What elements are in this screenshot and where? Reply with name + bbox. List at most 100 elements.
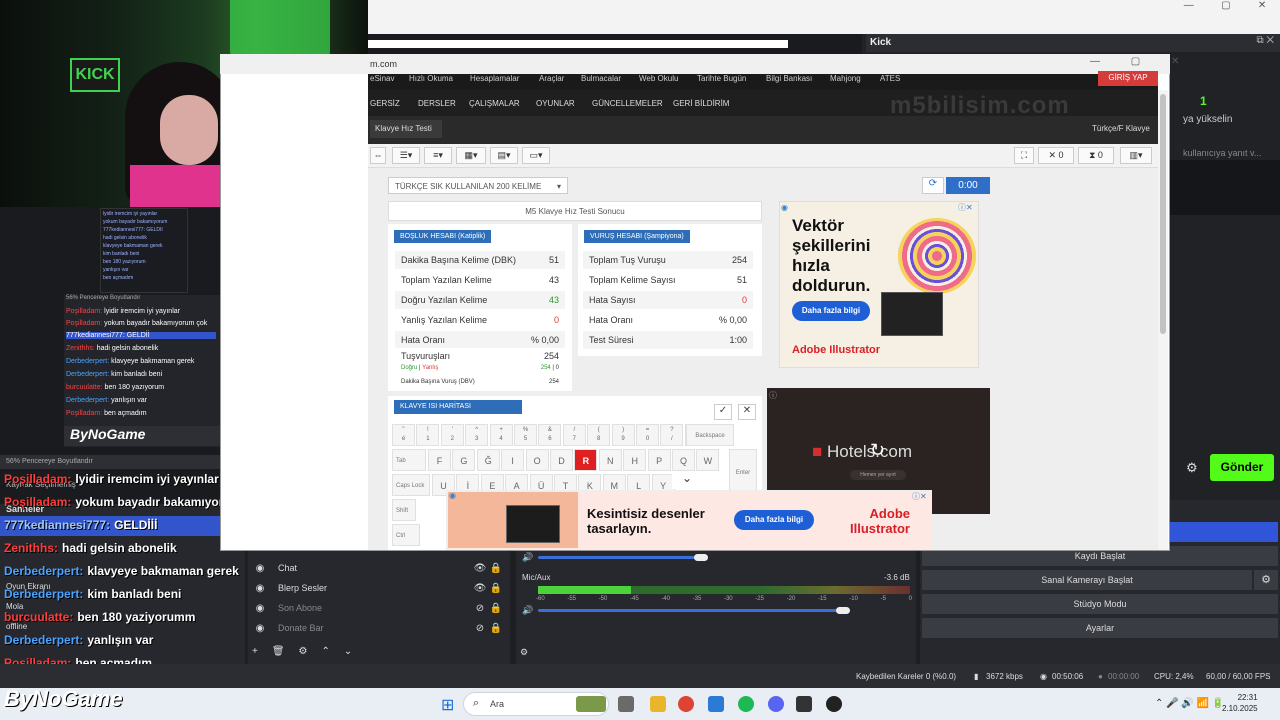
lock-icon[interactable]: 🔒 [488, 563, 504, 574]
mic-volume-slider[interactable] [538, 609, 850, 612]
backspace-key[interactable]: Backspace [686, 424, 734, 446]
menu-item[interactable]: Hesaplamalar [470, 74, 519, 84]
wordset-select[interactable]: TÜRKÇE SIK KULLANILAN 200 KELİME ▾ [388, 177, 568, 194]
key[interactable]: ? / [660, 424, 684, 446]
key[interactable]: Q [672, 449, 695, 471]
gear-icon[interactable]: ⚙ [1254, 570, 1278, 590]
ad-info-icon[interactable]: ⓘ✕ [958, 202, 973, 213]
task-view-icon[interactable] [618, 696, 634, 712]
chevron-down-icon[interactable]: ⌄ [344, 646, 352, 662]
lock-icon[interactable]: 🔒 [488, 623, 504, 634]
mic-volume-knob[interactable] [836, 607, 850, 614]
menu-item[interactable]: Mahjong [830, 74, 861, 84]
gear-icon[interactable]: ⚙ [1186, 460, 1198, 476]
ad-learn-more-button[interactable]: Daha fazla bilgi [792, 301, 870, 321]
ad-sub-button[interactable]: Hemen yer ayırt [850, 470, 906, 480]
close-icon[interactable]: ✕ [738, 404, 756, 420]
key[interactable]: G [452, 449, 476, 471]
caps-lock-key[interactable]: Caps Lock [392, 474, 430, 496]
eye-hidden-icon[interactable]: ⊘ [472, 603, 488, 614]
obs-icon[interactable] [826, 696, 842, 712]
browser-window-controls[interactable]: — ▢ ✕ [1090, 56, 1193, 67]
key[interactable]: O [525, 449, 549, 471]
nav-item[interactable]: ÇALIŞMALAR [469, 99, 520, 108]
add-icon[interactable]: + [252, 646, 258, 662]
key[interactable]: R [574, 449, 598, 471]
menu-dropdown-icon[interactable]: ☰▾ [392, 147, 420, 164]
settings-button[interactable]: Ayarlar [922, 618, 1278, 638]
discord-icon[interactable] [768, 696, 784, 712]
speaker-icon[interactable]: 🔊 [522, 552, 533, 563]
check-icon[interactable]: ✓ [714, 404, 732, 420]
send-button[interactable]: Gönder [1210, 454, 1274, 481]
menu-item[interactable]: Bulmacalar [581, 74, 621, 84]
align-dropdown-icon[interactable]: ≡▾ [424, 147, 452, 164]
display-dropdown-icon[interactable]: ▭▾ [522, 147, 550, 164]
file-explorer-icon[interactable] [650, 696, 666, 712]
grid-dropdown-icon[interactable]: ▦▾ [456, 147, 486, 164]
key[interactable]: /7 [562, 424, 586, 446]
key[interactable]: I [501, 449, 525, 471]
ad-choices-icon[interactable]: ◉ [781, 203, 788, 212]
source-row[interactable]: ◉ Chat 👁 🔒 [252, 558, 504, 578]
key[interactable]: Ğ [476, 449, 500, 471]
nav-item[interactable]: GERİ BİLDİRİM [673, 99, 729, 108]
studio-mode-button[interactable]: Stüdyo Modu [922, 594, 1278, 614]
source-row[interactable]: ◉ Blerp Sesler 👁 🔒 [252, 578, 504, 598]
close-icon[interactable]: ✕ [1258, 0, 1266, 14]
chart-dropdown-icon[interactable]: ▥▾ [1120, 147, 1152, 164]
key[interactable]: P [647, 449, 671, 471]
mixer-settings-icon[interactable]: ⚙ [520, 647, 528, 657]
key[interactable]: D [550, 449, 573, 471]
chrome-icon[interactable] [678, 696, 694, 712]
menu-item[interactable]: ATES [880, 74, 900, 84]
key[interactable]: % 5 [514, 424, 537, 446]
speaker-icon[interactable]: 🔊 [522, 605, 533, 616]
key[interactable]: ! 1 [416, 424, 440, 446]
chevron-up-icon[interactable]: ⌃ [322, 646, 330, 662]
source-row[interactable]: ◉ Donate Bar ⊘ 🔒 [252, 618, 504, 638]
chevron-down-icon[interactable]: ⌄ [672, 471, 702, 489]
nav-item[interactable]: GERSİZ [370, 99, 400, 108]
list-dropdown-icon[interactable]: ▤▾ [490, 147, 518, 164]
shift-key[interactable]: Shift [392, 499, 416, 521]
app-icon[interactable] [796, 696, 812, 712]
eye-icon[interactable]: 👁 [472, 583, 488, 594]
ad-learn-more-button[interactable]: Daha fazla bilgi [734, 510, 814, 530]
desktop-volume-slider[interactable] [538, 556, 708, 559]
restart-icon[interactable]: ⟳ [922, 177, 944, 194]
menu-item[interactable]: Bilgi Bankası [766, 74, 812, 84]
menu-item[interactable]: Hızlı Okuma [409, 74, 453, 84]
key[interactable]: ' 2 [440, 424, 464, 446]
nav-item[interactable]: OYUNLAR [536, 99, 575, 108]
desktop-volume-knob[interactable] [694, 554, 708, 561]
key[interactable]: ) 9 [611, 424, 635, 446]
key[interactable]: W [696, 449, 720, 471]
system-tray[interactable]: ⌃ 🎤 🔊 📶 🔋 [1155, 698, 1224, 709]
reload-icon[interactable]: ↻ [870, 440, 885, 461]
ad-info-icon[interactable]: ⓘ [769, 390, 777, 401]
fullscreen-icon[interactable]: ⛶ [1014, 147, 1034, 164]
key[interactable]: & 6 [538, 424, 562, 446]
ad-info-icon[interactable]: ⓘ✕ [912, 491, 927, 502]
expand-icon[interactable]: ⇔ [370, 147, 386, 164]
menu-item[interactable]: Araçlar [539, 74, 564, 84]
scrollbar-thumb[interactable] [1160, 94, 1166, 334]
eye-icon[interactable]: 👁 [472, 563, 488, 574]
menu-item[interactable]: Web Okulu [639, 74, 678, 84]
key[interactable]: N [598, 449, 622, 471]
gear-icon[interactable]: ⚙ [299, 646, 308, 662]
spotify-icon[interactable] [738, 696, 754, 712]
key[interactable]: F [428, 449, 451, 471]
eye-hidden-icon[interactable]: ⊘ [472, 623, 488, 634]
source-row[interactable]: ◉ Son Abone ⊘ 🔒 [252, 598, 504, 618]
lock-icon[interactable]: 🔒 [488, 583, 504, 594]
nav-item[interactable]: DERSLER [418, 99, 456, 108]
nav-item[interactable]: GÜNCELLEMELER [592, 99, 663, 108]
taskbar-clock[interactable]: 22:31 2.10.2025 [1222, 692, 1258, 714]
login-button[interactable]: GİRİŞ YAP [1098, 71, 1158, 86]
lock-icon[interactable]: 🔒 [488, 603, 504, 614]
enter-key[interactable]: Enter [729, 449, 757, 495]
start-virtual-camera-button[interactable]: Sanal Kamerayı Başlat [922, 570, 1252, 590]
menu-item[interactable]: eSinav [370, 74, 394, 84]
